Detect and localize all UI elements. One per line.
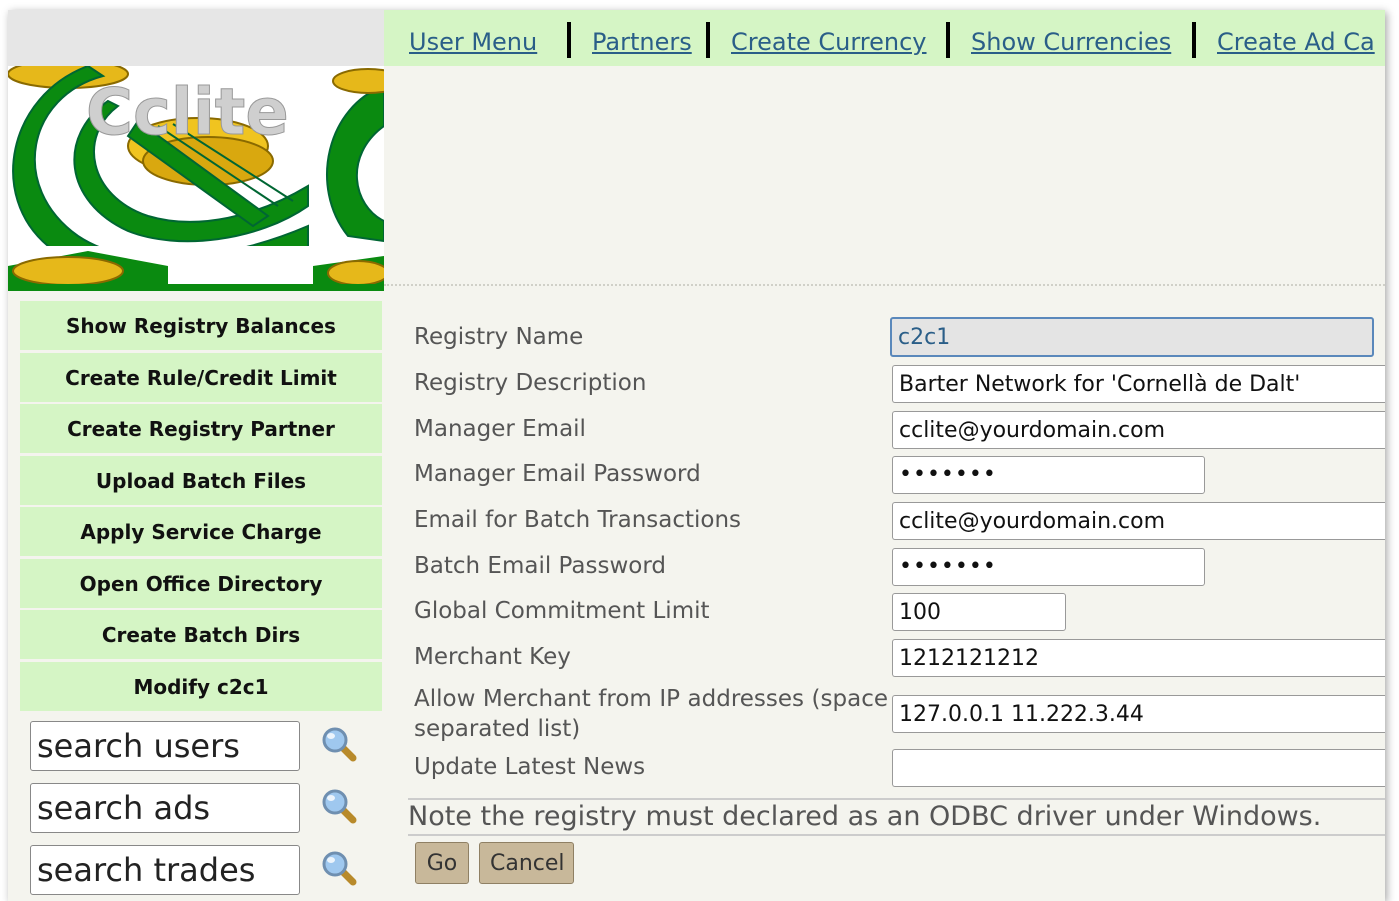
top-nav: User Menu Partners Create Currency Show … xyxy=(384,10,1385,66)
sidebar: Cclite Show Registry Balances Create Rul… xyxy=(8,10,384,901)
sidebar-item-upload-batch-files[interactable]: Upload Batch Files xyxy=(20,456,382,507)
sidebar-item-create-registry-partner[interactable]: Create Registry Partner xyxy=(20,404,382,455)
sidebar-item-apply-service-charge[interactable]: Apply Service Charge xyxy=(20,507,382,558)
allow-merchant-ip-field[interactable] xyxy=(892,695,1385,733)
search-ads-row xyxy=(30,783,370,837)
odbc-note: Note the registry must declared as an OD… xyxy=(408,798,1385,836)
search-ads-input[interactable] xyxy=(30,783,300,833)
magnifier-icon[interactable] xyxy=(320,725,358,763)
manager-email-password-field[interactable]: ••••••• xyxy=(892,456,1205,494)
batch-email-password-field[interactable]: ••••••• xyxy=(892,548,1205,586)
nav-link-create-currency[interactable]: Create Currency xyxy=(731,28,927,56)
app-window: Cclite Show Registry Balances Create Rul… xyxy=(8,10,1385,901)
allow-merchant-ip-label: Allow Merchant from IP addresses (space … xyxy=(414,686,888,742)
cancel-button[interactable]: Cancel xyxy=(479,842,574,884)
registry-name-label: Registry Name xyxy=(414,324,584,350)
global-commitment-limit-label: Global Commitment Limit xyxy=(414,598,710,624)
search-users-input[interactable] xyxy=(30,721,300,771)
nav-link-user-menu[interactable]: User Menu xyxy=(409,28,537,56)
search-trades-input[interactable] xyxy=(30,845,300,895)
latest-news-label: Update Latest News xyxy=(414,754,646,780)
sidebar-item-label: Create Rule/Credit Limit xyxy=(65,365,337,390)
sidebar-item-modify-c2c1[interactable]: Modify c2c1 xyxy=(20,662,382,713)
sidebar-item-label: Upload Batch Files xyxy=(95,468,307,493)
nav-separator xyxy=(1192,22,1196,58)
main-content: User Menu Partners Create Currency Show … xyxy=(384,10,1385,901)
nav-separator xyxy=(567,22,571,58)
go-button[interactable]: Go xyxy=(415,842,469,884)
manager-email-label: Manager Email xyxy=(414,416,586,442)
sidebar-item-label: Create Registry Partner xyxy=(67,416,335,441)
registry-name-field[interactable] xyxy=(890,317,1374,357)
global-commitment-limit-field[interactable] xyxy=(892,593,1066,631)
cclite-logo: Cclite xyxy=(8,66,384,291)
logo-text: Cclite xyxy=(86,76,289,150)
manager-email-field[interactable] xyxy=(892,411,1385,449)
registry-description-field[interactable] xyxy=(892,365,1385,403)
sidebar-item-label: Apply Service Charge xyxy=(80,519,322,544)
nav-link-create-ad-category[interactable]: Create Ad Ca xyxy=(1217,28,1375,56)
merchant-key-field[interactable] xyxy=(892,639,1385,677)
sidebar-item-create-batch-dirs[interactable]: Create Batch Dirs xyxy=(20,610,382,661)
nav-link-show-currencies[interactable]: Show Currencies xyxy=(971,28,1171,56)
sidebar-item-label: Open Office Directory xyxy=(79,571,323,596)
sidebar-item-label: Show Registry Balances xyxy=(66,313,336,338)
batch-email-label: Email for Batch Transactions xyxy=(414,507,742,533)
latest-news-field[interactable] xyxy=(892,749,1385,787)
nav-link-partners[interactable]: Partners xyxy=(592,28,692,56)
sidebar-item-show-registry-balances[interactable]: Show Registry Balances xyxy=(20,301,382,352)
magnifier-icon[interactable] xyxy=(320,787,358,825)
merchant-key-label: Merchant Key xyxy=(414,644,571,670)
section-divider xyxy=(384,284,1385,286)
manager-email-password-label: Manager Email Password xyxy=(414,461,701,487)
sidebar-item-label: Modify c2c1 xyxy=(133,674,269,699)
batch-email-password-label: Batch Email Password xyxy=(414,553,666,579)
sidebar-header xyxy=(8,10,384,66)
search-trades-row xyxy=(30,845,370,899)
sidebar-item-create-rule-credit-limit[interactable]: Create Rule/Credit Limit xyxy=(20,353,382,404)
search-users-row xyxy=(30,721,370,775)
nav-separator xyxy=(706,22,710,58)
magnifier-icon[interactable] xyxy=(320,849,358,887)
sidebar-item-label: Create Batch Dirs xyxy=(101,622,301,647)
nav-separator xyxy=(946,22,950,58)
sidebar-item-open-office-directory[interactable]: Open Office Directory xyxy=(20,559,382,610)
batch-email-field[interactable] xyxy=(892,502,1385,540)
registry-description-label: Registry Description xyxy=(414,370,647,396)
